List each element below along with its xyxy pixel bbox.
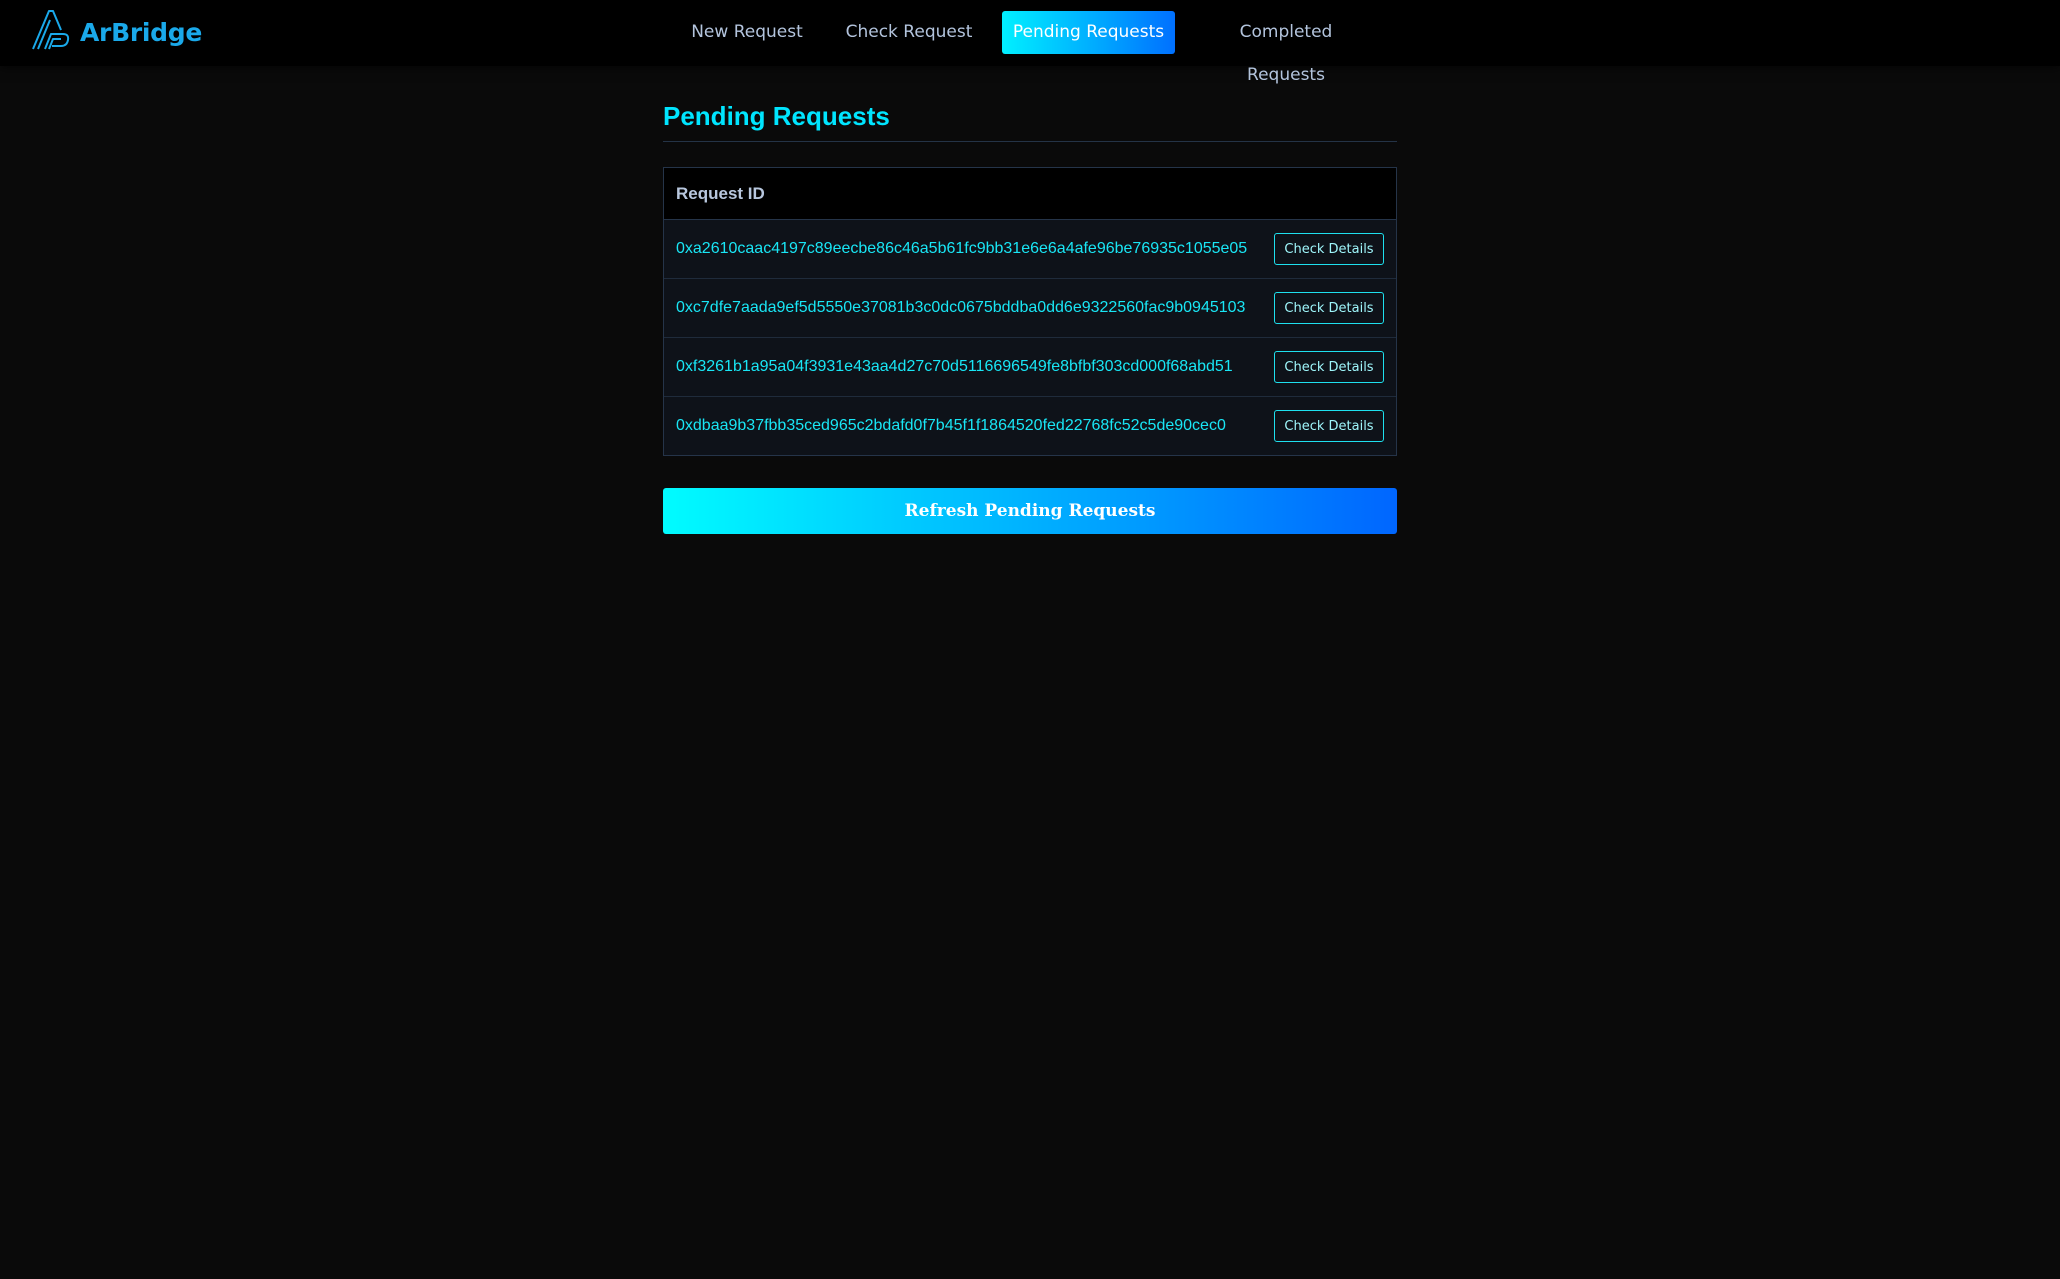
check-details-button[interactable]: Check Details xyxy=(1274,233,1384,265)
request-id: 0xdbaa9b37fbb35ced965c2bdafd0f7b45f1f186… xyxy=(676,417,1226,434)
check-details-button[interactable]: Check Details xyxy=(1274,292,1384,324)
top-navigation-bar: ArBridge New Request Check Request Pendi… xyxy=(0,0,2060,85)
table-row: 0xa2610caac4197c89eecbe86c46a5b61fc9bb31… xyxy=(664,220,1396,279)
table-row: 0xdbaa9b37fbb35ced965c2bdafd0f7b45f1f186… xyxy=(664,397,1396,455)
nav-check-request[interactable]: Check Request xyxy=(843,11,975,54)
table-row: 0xc7dfe7aada9ef5d5550e37081b3c0dc0675bdd… xyxy=(664,279,1396,338)
nav-new-request[interactable]: New Request xyxy=(688,11,806,54)
main-content: Pending Requests Request ID 0xa2610caac4… xyxy=(663,98,1397,534)
nav-completed-requests[interactable]: Completed Requests xyxy=(1205,11,1367,85)
table-header-request-id: Request ID xyxy=(664,168,1396,220)
table-row: 0xf3261b1a95a04f3931e43aa4d27c70d5116696… xyxy=(664,338,1396,397)
check-details-button[interactable]: Check Details xyxy=(1274,410,1384,442)
refresh-pending-requests-button[interactable]: Refresh Pending Requests xyxy=(663,488,1397,534)
request-id: 0xa2610caac4197c89eecbe86c46a5b61fc9bb31… xyxy=(676,240,1248,257)
request-id: 0xc7dfe7aada9ef5d5550e37081b3c0dc0675bdd… xyxy=(676,299,1246,316)
request-id: 0xf3261b1a95a04f3931e43aa4d27c70d5116696… xyxy=(676,358,1233,375)
check-details-button[interactable]: Check Details xyxy=(1274,351,1384,383)
pending-requests-table: Request ID 0xa2610caac4197c89eecbe86c46a… xyxy=(663,167,1397,456)
main-nav: New Request Check Request Pending Reques… xyxy=(0,11,2060,85)
nav-pending-requests[interactable]: Pending Requests xyxy=(1002,11,1175,54)
page-title: Pending Requests xyxy=(663,98,1397,142)
